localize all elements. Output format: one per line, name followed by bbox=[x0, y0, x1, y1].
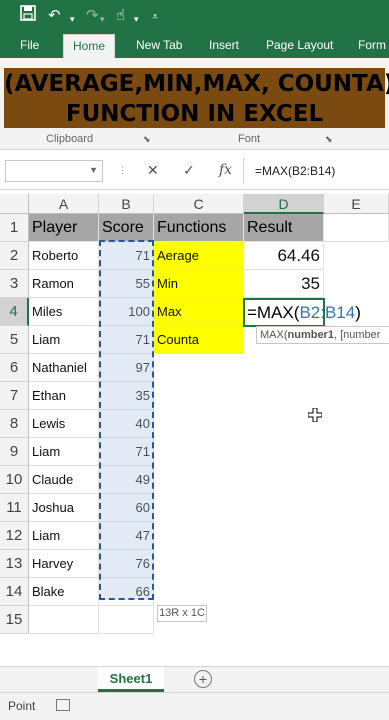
tab-new-tab[interactable]: New Tab bbox=[136, 37, 182, 53]
result-cell[interactable]: 64.46 bbox=[244, 242, 324, 270]
row-header-13[interactable]: 13 bbox=[0, 550, 29, 578]
tab-file[interactable]: File bbox=[20, 37, 39, 53]
player-name-cell[interactable]: Liam bbox=[29, 326, 99, 354]
row-header-10[interactable]: 10 bbox=[0, 466, 29, 494]
row-header-6[interactable]: 6 bbox=[0, 354, 29, 382]
function-label-cell[interactable]: Counta bbox=[154, 326, 244, 354]
edit-prefix: =MAX( bbox=[247, 303, 300, 322]
player-name-cell[interactable]: Liam bbox=[29, 438, 99, 466]
row-header-14[interactable]: 14 bbox=[0, 578, 29, 606]
redo-dropdown-icon[interactable]: ▾ bbox=[100, 10, 105, 30]
row-header-15[interactable]: 15 bbox=[0, 606, 29, 634]
cell[interactable] bbox=[29, 606, 99, 634]
cell[interactable] bbox=[324, 214, 389, 242]
row-header-3[interactable]: 3 bbox=[0, 270, 29, 298]
function-label-cell[interactable]: Min bbox=[154, 270, 244, 298]
column-header-b[interactable]: B bbox=[99, 194, 154, 214]
column-header-e[interactable]: E bbox=[324, 194, 389, 214]
formula-bar: ▼ ⋮ ✕ ✓ fx =MAX(B2:B14) bbox=[0, 150, 389, 190]
function-argument-tooltip: MAX(number1, [number bbox=[256, 326, 389, 344]
column-header-a[interactable]: A bbox=[29, 194, 99, 214]
banner-line-1: (AVERAGE,MIN,MAX, COUNTA) bbox=[4, 71, 389, 97]
ribbon-tab-bar: File Home New Tab Insert Page Layout For… bbox=[0, 30, 389, 58]
customize-icon[interactable]: ⩡ bbox=[152, 7, 158, 27]
row-header-1[interactable]: 1 bbox=[0, 214, 29, 242]
select-all-corner[interactable] bbox=[0, 194, 29, 214]
cell-cursor-icon bbox=[307, 407, 323, 423]
save-icon[interactable] bbox=[20, 5, 36, 26]
player-name-cell[interactable]: Roberto bbox=[29, 242, 99, 270]
tab-formulas[interactable]: Form bbox=[358, 37, 386, 53]
row-header-4[interactable]: 4 bbox=[0, 298, 29, 326]
row-header-12[interactable]: 12 bbox=[0, 522, 29, 550]
formula-separator bbox=[243, 158, 244, 184]
row-header-7[interactable]: 7 bbox=[0, 382, 29, 410]
row-header-2[interactable]: 2 bbox=[0, 242, 29, 270]
add-sheet-icon[interactable]: + bbox=[194, 670, 212, 688]
status-mode: Point bbox=[8, 699, 36, 713]
quick-access-toolbar: ↶ ▾ ↷ ▾ ☝ ▾ ⩡ bbox=[0, 0, 389, 30]
tab-home[interactable]: Home bbox=[63, 34, 116, 58]
header-cell-player[interactable]: Player bbox=[29, 214, 99, 242]
row-header-11[interactable]: 11 bbox=[0, 494, 29, 522]
touch-mode-icon[interactable]: ☝ bbox=[116, 5, 125, 25]
row-header-8[interactable]: 8 bbox=[0, 410, 29, 438]
redo-icon[interactable]: ↷ bbox=[86, 5, 99, 25]
header-cell-functions[interactable]: Functions bbox=[154, 214, 244, 242]
player-name-cell[interactable]: Claude bbox=[29, 466, 99, 494]
player-name-cell[interactable]: Liam bbox=[29, 522, 99, 550]
cancel-icon[interactable]: ✕ bbox=[147, 162, 159, 178]
clipboard-launcher-icon[interactable]: ⬊ bbox=[143, 132, 151, 146]
header-cell-result[interactable]: Result bbox=[244, 214, 324, 242]
player-name-cell[interactable]: Ramon bbox=[29, 270, 99, 298]
ribbon-group-clipboard: Clipboard bbox=[46, 133, 94, 145]
banner-line-2: FUNCTION IN EXCEL bbox=[65, 101, 324, 127]
sheet-tab-bar: Sheet1 + bbox=[0, 666, 389, 692]
active-cell-editor[interactable]: =MAX(B2:B14) bbox=[243, 298, 361, 327]
column-header-d[interactable]: D bbox=[244, 194, 324, 214]
macro-record-icon[interactable] bbox=[56, 699, 70, 711]
player-name-cell[interactable]: Ethan bbox=[29, 382, 99, 410]
enter-icon[interactable]: ✓ bbox=[183, 162, 195, 178]
formula-input[interactable]: =MAX(B2:B14) bbox=[255, 163, 335, 179]
undo-dropdown-icon[interactable]: ▾ bbox=[70, 10, 75, 30]
cell[interactable] bbox=[99, 606, 154, 634]
row-header-5[interactable]: 5 bbox=[0, 326, 29, 354]
status-bar: Point bbox=[0, 692, 389, 720]
header-cell-score[interactable]: Score bbox=[99, 214, 154, 242]
result-cell[interactable]: 35 bbox=[244, 270, 324, 298]
player-name-cell[interactable]: Joshua bbox=[29, 494, 99, 522]
column-header-c[interactable]: C bbox=[154, 194, 244, 214]
name-box-dropdown-icon[interactable]: ▼ bbox=[89, 165, 98, 175]
tab-page-layout[interactable]: Page Layout bbox=[266, 37, 333, 53]
sheet-tab-sheet1[interactable]: Sheet1 bbox=[98, 667, 164, 692]
player-name-cell[interactable]: Lewis bbox=[29, 410, 99, 438]
player-name-cell[interactable]: Harvey bbox=[29, 550, 99, 578]
edit-suffix: ) bbox=[355, 303, 361, 322]
tooltip-rest: , [number bbox=[333, 329, 381, 341]
tab-insert[interactable]: Insert bbox=[209, 37, 239, 53]
font-launcher-icon[interactable]: ⬊ bbox=[325, 132, 333, 146]
formula-bar-handle-icon[interactable]: ⋮ bbox=[118, 162, 127, 178]
insert-function-icon[interactable]: fx bbox=[219, 162, 232, 178]
selection-size-tooltip: 13R x 1C bbox=[157, 605, 207, 622]
function-label-cell[interactable]: Max bbox=[154, 298, 244, 326]
touch-dropdown-icon[interactable]: ▾ bbox=[134, 10, 139, 30]
ribbon-group-font: Font bbox=[238, 133, 261, 145]
player-name-cell[interactable]: Blake bbox=[29, 578, 99, 606]
tooltip-arg1: number1 bbox=[287, 329, 334, 341]
name-box[interactable]: ▼ bbox=[5, 160, 103, 182]
function-label-cell[interactable]: Aerage bbox=[154, 242, 244, 270]
tooltip-function: MAX( bbox=[260, 329, 288, 341]
player-name-cell[interactable]: Nathaniel bbox=[29, 354, 99, 382]
range-selection bbox=[99, 240, 154, 600]
row-header-9[interactable]: 9 bbox=[0, 438, 29, 466]
player-name-cell[interactable]: Miles bbox=[29, 298, 99, 326]
undo-icon[interactable]: ↶ bbox=[48, 5, 61, 25]
title-banner: (AVERAGE,MIN,MAX, COUNTA) FUNCTION IN EX… bbox=[4, 68, 389, 128]
edit-range-ref: B2:B14 bbox=[299, 303, 356, 322]
